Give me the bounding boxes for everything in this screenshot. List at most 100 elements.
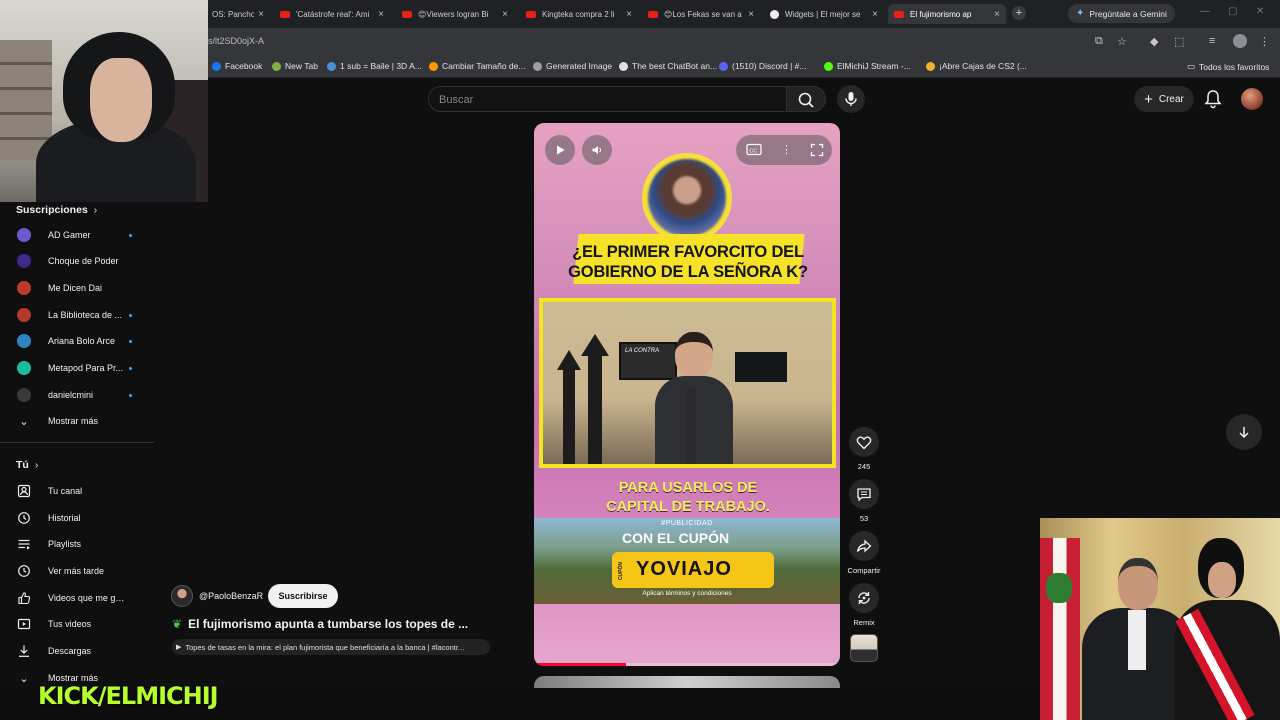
close-tab-icon[interactable]: × <box>378 9 384 20</box>
menu-dots-icon[interactable]: ⋮ <box>1259 35 1270 48</box>
bookmark-label: 1 sub = Baile | 3D A... <box>340 61 422 71</box>
url-text[interactable]: s/lt2SD0ojX-A <box>208 36 264 46</box>
next-short-button[interactable] <box>1226 414 1262 450</box>
share-button[interactable] <box>849 531 879 561</box>
remix-button[interactable] <box>849 583 879 613</box>
bookmark-favicon-icon <box>926 61 935 71</box>
lower-caption: PARA USARLOS DE CAPITAL DE TRABAJO. <box>568 479 808 517</box>
sidebar-item-metapod[interactable]: Metapod Para Pr... <box>0 355 154 381</box>
up-arrow-graphic <box>557 350 581 370</box>
volume-button[interactable] <box>582 135 612 165</box>
sidebar-item-ariana-bolo-arce[interactable]: Ariana Bolo Arce <box>0 328 154 354</box>
sidebar-item-label: Me Dicen Dai <box>48 283 103 293</box>
sidebar-item-tus-videos[interactable]: Tus videos <box>0 611 154 637</box>
browser-tab[interactable]: 😊Los Fekas se van a × <box>642 4 760 24</box>
subscribe-button[interactable]: Suscribirse <box>268 584 338 608</box>
crest-graphic <box>1046 573 1072 603</box>
account-avatar[interactable] <box>1241 88 1263 110</box>
gemini-sparkle-icon: ✦ <box>1076 8 1085 19</box>
browser-tab[interactable]: 'Catástrofe real': Ami × <box>274 4 390 24</box>
lower-caption-line-2: CAPITAL DE TRABAJO. <box>606 499 770 515</box>
subscriptions-header[interactable]: Suscripciones › <box>16 204 97 216</box>
gemini-label: Pregúntale a Gemini <box>1089 8 1167 19</box>
bookmark-item[interactable]: New Tab <box>272 61 318 71</box>
gemini-button[interactable]: ✦ Pregúntale a Gemini <box>1068 4 1175 23</box>
maximize-icon[interactable]: ▢ <box>1228 6 1237 17</box>
comments-button[interactable] <box>849 479 879 509</box>
bookmark-item[interactable]: Facebook <box>212 61 262 71</box>
all-bookmarks[interactable]: ▭ Todos los favoritos <box>1187 61 1269 72</box>
remix-label: Remix <box>853 618 875 627</box>
fullscreen-icon[interactable] <box>810 143 824 160</box>
peru-flag-graphic <box>1040 538 1080 720</box>
play-button[interactable] <box>545 135 575 165</box>
bookmark-star-icon[interactable]: ☆ <box>1117 35 1127 48</box>
minimize-icon[interactable]: — <box>1200 6 1210 17</box>
bookmark-item[interactable]: ElMichiJ Stream -... <box>824 61 911 71</box>
captions-icon[interactable]: CC <box>746 143 762 159</box>
photo-woman-face <box>1208 562 1236 598</box>
sidebar-item-ad-gamer[interactable]: AD Gamer <box>0 222 154 248</box>
close-tab-icon[interactable]: × <box>258 9 264 20</box>
bookmark-item[interactable]: ¡Abre Cajas de CS2 (... <box>926 61 1027 71</box>
bookmark-item[interactable]: The best ChatBot an... <box>619 61 717 71</box>
sidebar-item-playlists[interactable]: Playlists <box>0 531 154 557</box>
show-more-subscriptions[interactable]: ⌄ Mostrar más <box>0 408 154 434</box>
bookmark-item[interactable]: (1510) Discord | #... <box>719 61 807 71</box>
media-control-icon[interactable]: ≡ <box>1209 35 1215 47</box>
chevron-right-icon: › <box>34 459 39 471</box>
sidebar: Suscripciones › AD Gamer Choque de Poder… <box>0 202 154 720</box>
sidebar-item-historial[interactable]: Historial <box>0 505 154 531</box>
channel-handle[interactable]: @PaoloBenzaR <box>199 591 263 601</box>
bookmark-item[interactable]: Generated Image <box>533 61 612 71</box>
extension-icon[interactable]: ◆ <box>1150 35 1158 48</box>
profile-icon[interactable] <box>1233 34 1247 48</box>
sidebar-item-me-dicen-dai[interactable]: Me Dicen Dai <box>0 275 154 301</box>
you-header[interactable]: Tú › <box>16 459 38 471</box>
search-button[interactable] <box>786 86 826 112</box>
sidebar-item-danielcmini[interactable]: danielcmini <box>0 382 154 408</box>
video-title[interactable]: ❦ El fujimorismo apunta a tumbarse los to… <box>172 617 492 631</box>
close-tab-icon[interactable]: × <box>994 9 1000 20</box>
browser-tab-active[interactable]: El fujimorismo ap × <box>888 4 1006 24</box>
browser-tab[interactable]: 😊Viewers logran Bi × <box>396 4 514 24</box>
sidebar-item-choque-de-poder[interactable]: Choque de Poder <box>0 248 154 274</box>
close-tab-icon[interactable]: × <box>502 9 508 20</box>
sidebar-item-tu-canal[interactable]: Tu canal <box>0 478 154 504</box>
close-window-icon[interactable]: ✕ <box>1256 6 1264 17</box>
channel-icon <box>17 484 31 498</box>
play-icon: ▶ <box>176 644 182 651</box>
search-input[interactable]: Buscar <box>428 86 787 112</box>
browser-tab[interactable]: Widgets | El mejor se × <box>764 4 884 24</box>
bookmark-item[interactable]: Cambiar Tamaño de... <box>429 61 525 71</box>
close-tab-icon[interactable]: × <box>872 9 878 20</box>
channel-avatar[interactable] <box>171 585 193 607</box>
video-progress-bar[interactable] <box>534 663 840 666</box>
browser-tab[interactable]: Kingteka compra 2 li × <box>520 4 638 24</box>
sidebar-item-videos-que-me-gustan[interactable]: Videos que me gus... <box>0 585 154 611</box>
browser-tab[interactable]: OS: Pancho × <box>206 4 270 24</box>
more-options-icon[interactable]: ⋮ <box>781 143 792 156</box>
tab-title: OS: Pancho <box>212 9 255 19</box>
like-button[interactable] <box>849 427 879 457</box>
puzzle-icon[interactable]: ⬚ <box>1174 35 1184 48</box>
new-tab-button[interactable]: + <box>1012 6 1026 20</box>
sidebar-item-descargas[interactable]: Descargas <box>0 638 154 664</box>
related-video-link[interactable]: ▶ Topes de tasas en la mira: el plan fuji… <box>172 639 490 655</box>
comment-count: 53 <box>859 514 869 523</box>
sidebar-item-ver-mas-tarde[interactable]: Ver más tarde <box>0 558 154 584</box>
install-app-icon[interactable]: ⧉ <box>1095 35 1103 48</box>
photo-man-head <box>1118 558 1158 610</box>
bookmark-item[interactable]: 1 sub = Baile | 3D A... <box>327 61 422 71</box>
notifications-button[interactable] <box>1204 89 1222 114</box>
create-button[interactable]: + Crear <box>1134 86 1194 112</box>
sound-thumbnail[interactable] <box>850 634 878 662</box>
close-tab-icon[interactable]: × <box>626 9 632 20</box>
channel-avatar <box>17 228 31 242</box>
close-tab-icon[interactable]: × <box>748 9 754 20</box>
ad-cupon-text: CON EL CUPÓN <box>622 530 730 546</box>
short-video-player[interactable]: CC ⋮ ¿EL PRIMER FAVORCITO DEL GOBIERNO D… <box>534 123 840 666</box>
voice-search-button[interactable] <box>837 85 865 113</box>
sidebar-item-la-biblioteca[interactable]: La Biblioteca de ... <box>0 302 154 328</box>
microphone-icon <box>845 92 857 106</box>
